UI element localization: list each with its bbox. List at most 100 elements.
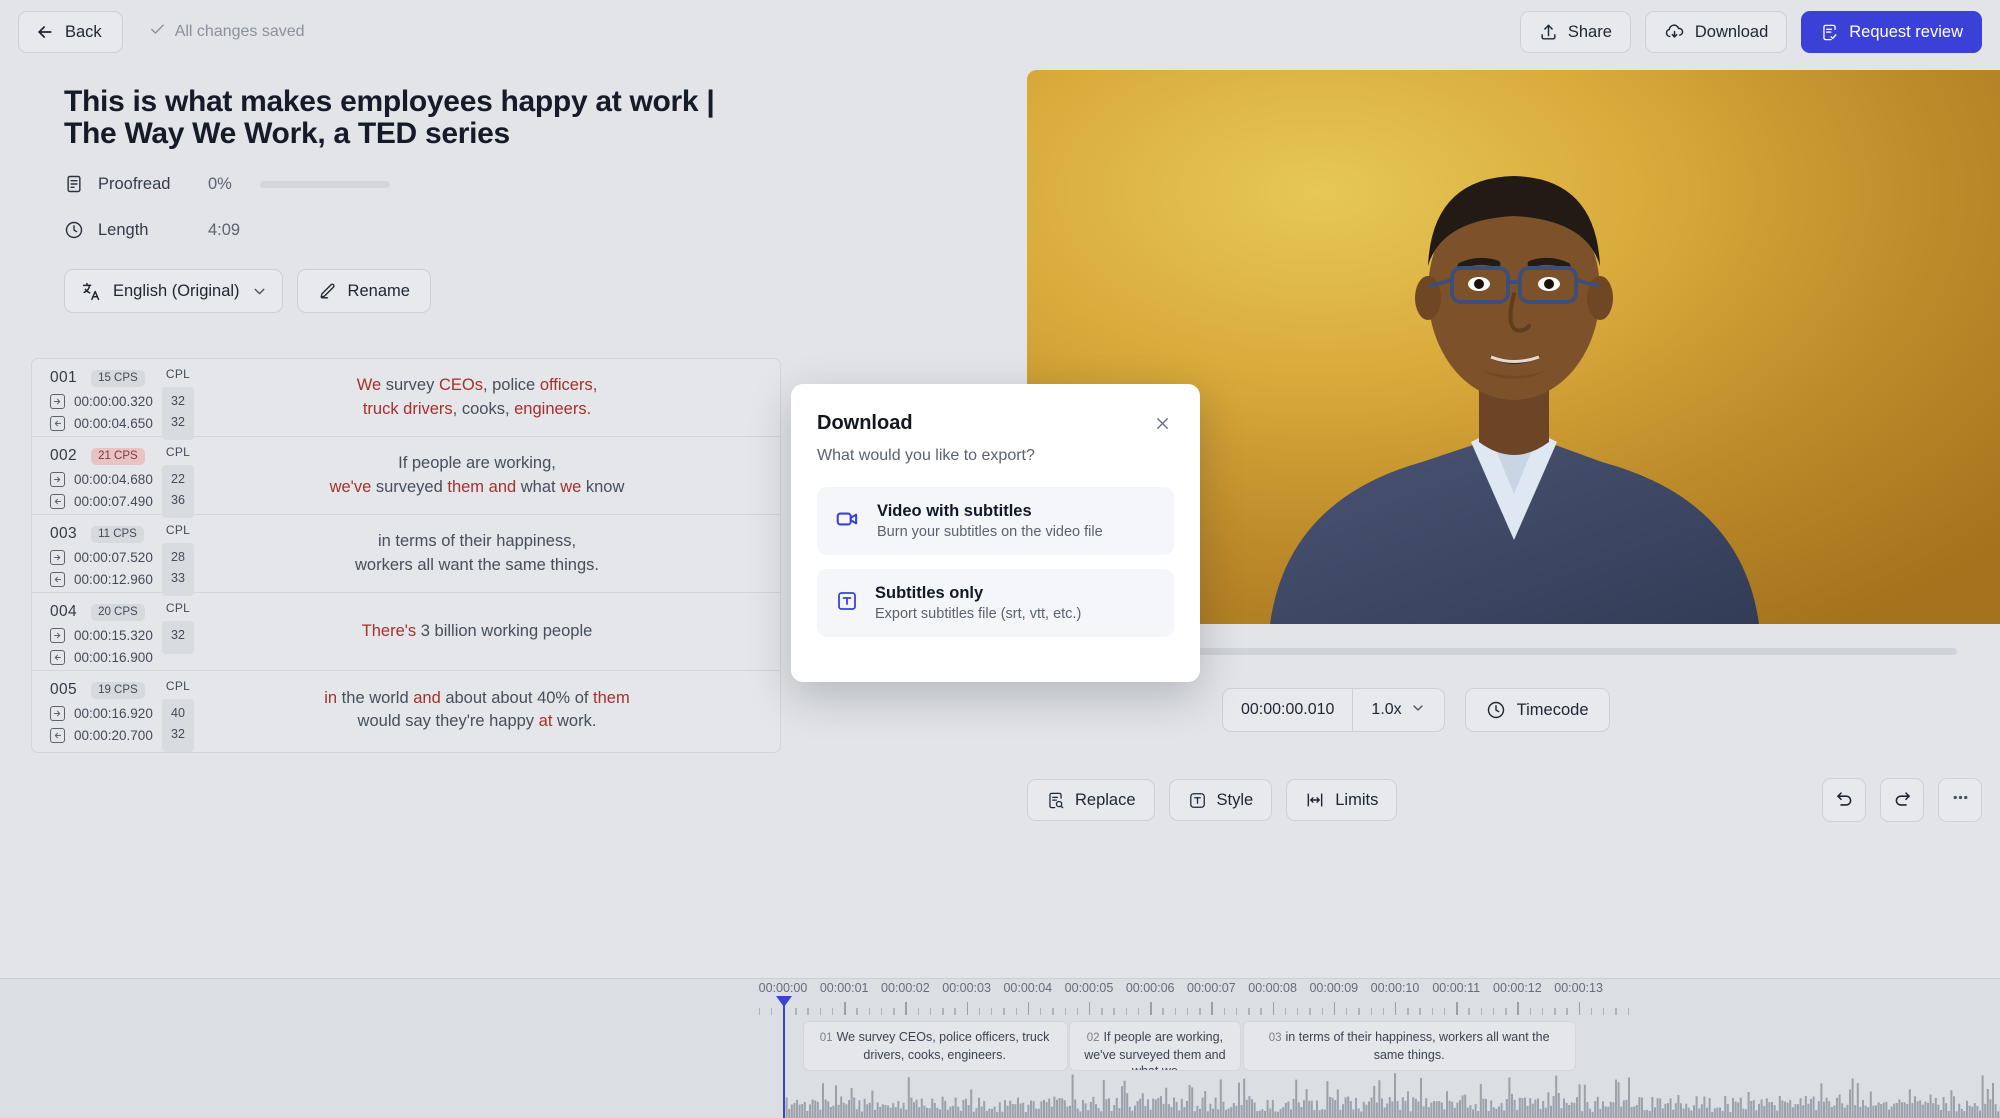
subtitle-text[interactable]: We survey CEOs, police officers, truck dr… <box>194 359 780 436</box>
save-status-label: All changes saved <box>174 23 305 40</box>
limits-icon <box>1305 790 1325 810</box>
subtitle-meta: 002 21 CPS 00:00:04.680 00:00:07.490 <box>32 437 162 514</box>
download-option-1[interactable]: Video with subtitles Burn your subtitles … <box>817 487 1174 555</box>
timeline-tick-major <box>1578 1002 1580 1015</box>
document-icon <box>64 174 86 194</box>
timeline-tick-minor <box>893 1008 895 1015</box>
timeline-tick-minor <box>917 1008 920 1015</box>
timeline-playhead[interactable] <box>776 996 792 1118</box>
subtitle-start-value: 00:00:16.920 <box>74 706 153 721</box>
table-row[interactable]: 002 21 CPS 00:00:04.680 00:00:07.490 CPL 22 36… <box>32 437 780 519</box>
timeline-tick-minor <box>1284 1008 1287 1015</box>
timeline-tick-minor <box>1297 1008 1299 1015</box>
playback-speed-selector[interactable]: 1.0x <box>1352 689 1443 731</box>
timeline-tick-minor <box>1052 1008 1054 1015</box>
editor-toolbar: Replace Style Limits <box>1027 778 2000 822</box>
style-button[interactable]: Style <box>1168 779 1273 821</box>
redo-button[interactable] <box>1880 778 1924 822</box>
subtitle-start-value: 00:00:07.520 <box>74 550 153 565</box>
table-row[interactable]: 004 20 CPS 00:00:15.320 00:00:16.900 CPL 32 Th… <box>32 593 780 671</box>
download-options-list: Video with subtitles Burn your subtitles … <box>817 487 1174 637</box>
table-row[interactable]: 003 11 CPS 00:00:07.520 00:00:12.960 CPL 28 33… <box>32 515 780 597</box>
subtitle-end-value: 00:00:16.900 <box>74 650 153 665</box>
length-label: Length <box>98 220 149 239</box>
subtitle-text[interactable]: in terms of their happiness, workers all … <box>194 515 780 592</box>
subtitle-end-time[interactable]: 00:00:04.650 <box>50 416 162 431</box>
timeline-tick-minor <box>1260 1008 1262 1015</box>
timeline-tick-minor <box>1407 1008 1409 1015</box>
table-row[interactable]: 001 15 CPS 00:00:00.320 00:00:04.650 CPL 32 32… <box>32 359 780 441</box>
top-bar-actions: Share Download Request review <box>1519 11 1982 53</box>
undo-icon <box>1834 787 1855 813</box>
undo-button[interactable] <box>1822 778 1866 822</box>
timeline-block-text: 03 in terms of their happiness, workers a… <box>1268 1030 1550 1062</box>
subtitle-end-time[interactable]: 00:00:20.700 <box>50 728 162 743</box>
back-button-label: Back <box>65 22 102 41</box>
timeline-block[interactable]: 03 in terms of their happiness, workers a… <box>1243 1021 1577 1071</box>
timeline-block[interactable]: 01 We survey CEOs, police officers, truck… <box>802 1021 1068 1071</box>
subtitle-start-time[interactable]: 00:00:15.320 <box>50 628 162 643</box>
timeline-tick-minor <box>807 1008 809 1015</box>
subtitle-start-time[interactable]: 00:00:00.320 <box>50 394 162 409</box>
timeline-subtitle-blocks[interactable]: 01 We survey CEOs, police officers, truck… <box>0 1021 2000 1071</box>
time-out-icon <box>50 572 65 587</box>
subtitle-start-time[interactable]: 00:00:07.520 <box>50 550 162 565</box>
subtitle-text[interactable]: There's 3 billion working people <box>194 593 780 670</box>
timeline-tick-label: 00:00:11 <box>1432 981 1481 995</box>
cpl-header: CPL <box>165 445 191 459</box>
subtitle-start-time[interactable]: 00:00:16.920 <box>50 706 162 721</box>
download-option-desc: Burn your subtitles on the video file <box>877 524 1103 540</box>
subtitle-start-value: 00:00:15.320 <box>74 628 153 643</box>
timeline-tick-minor <box>1443 1008 1446 1015</box>
download-option-2[interactable]: Subtitles only Export subtitles file (srt… <box>817 569 1174 637</box>
replace-button[interactable]: Replace <box>1027 779 1155 821</box>
timeline-tick-minor <box>758 1008 760 1015</box>
request-review-button[interactable]: Request review <box>1801 11 1982 53</box>
current-time-display[interactable]: 00:00:00.010 <box>1223 689 1352 731</box>
timeline-tick-minor <box>1248 1008 1250 1015</box>
document-check-icon <box>1820 23 1839 42</box>
subtitle-start-time[interactable]: 00:00:04.680 <box>50 472 162 487</box>
cpl-header: CPL <box>165 367 191 381</box>
back-button[interactable]: Back <box>18 11 123 53</box>
timeline-tick-minor <box>942 1008 944 1015</box>
time-in-icon <box>50 550 65 565</box>
subtitle-text[interactable]: If people are working, we've surveyed the… <box>194 437 780 514</box>
share-button[interactable]: Share <box>1519 11 1631 53</box>
timeline-panel[interactable]: 00:00:00 00:00:01 00:00:02 00:00:03 00:00:04… <box>0 978 2000 1118</box>
timeline-ruler[interactable]: 00:00:00 00:00:01 00:00:02 00:00:03 00:00:04… <box>0 979 2000 1015</box>
translate-icon <box>81 281 102 302</box>
cpl-values: 32 32 <box>162 387 194 441</box>
limits-button[interactable]: Limits <box>1286 779 1398 821</box>
close-icon <box>1153 418 1172 437</box>
timeline-tick-major <box>1333 1002 1336 1015</box>
share-upload-icon <box>1539 23 1558 42</box>
cps-badge: 15 CPS <box>91 369 145 387</box>
timeline-block[interactable]: 02 If people are working, we've surveyed … <box>1069 1021 1242 1071</box>
subtitle-meta: 003 11 CPS 00:00:07.520 00:00:12.960 <box>32 515 162 592</box>
check-icon <box>149 21 166 43</box>
subtitle-end-time[interactable]: 00:00:07.490 <box>50 494 162 509</box>
cloud-download-icon <box>1664 22 1685 43</box>
timeline-tick-label: 00:00:13 <box>1554 981 1603 995</box>
subtitle-end-time[interactable]: 00:00:16.900 <box>50 650 162 665</box>
subtitle-end-time[interactable]: 00:00:12.960 <box>50 572 162 587</box>
subtitle-text[interactable]: in the world and about about 40% of them… <box>194 671 780 749</box>
download-button[interactable]: Download <box>1644 11 1788 53</box>
language-selector-label: English (Original) <box>113 281 240 300</box>
language-selector[interactable]: English (Original) <box>64 269 283 313</box>
download-modal: Download What would you like to export? … <box>791 384 1200 682</box>
more-options-button[interactable] <box>1938 778 1982 822</box>
subtitle-list[interactable]: 001 15 CPS 00:00:00.320 00:00:04.650 CPL 32 32… <box>31 358 781 753</box>
timecode-button[interactable]: Timecode <box>1464 688 1610 732</box>
timeline-tick-minor <box>770 1008 773 1015</box>
cpl-column: CPL 28 33 <box>162 523 194 597</box>
find-replace-icon <box>1046 791 1065 810</box>
subtitle-index: 002 <box>50 447 78 464</box>
audio-waveform[interactable] <box>0 1070 2000 1118</box>
share-button-label: Share <box>1567 22 1612 41</box>
timeline-tick-minor <box>1125 1008 1128 1015</box>
rename-button[interactable]: Rename <box>296 269 431 313</box>
close-modal-button[interactable] <box>1151 412 1174 440</box>
table-row[interactable]: 005 19 CPS 00:00:16.920 00:00:20.700 CPL 40 32… <box>32 671 780 752</box>
